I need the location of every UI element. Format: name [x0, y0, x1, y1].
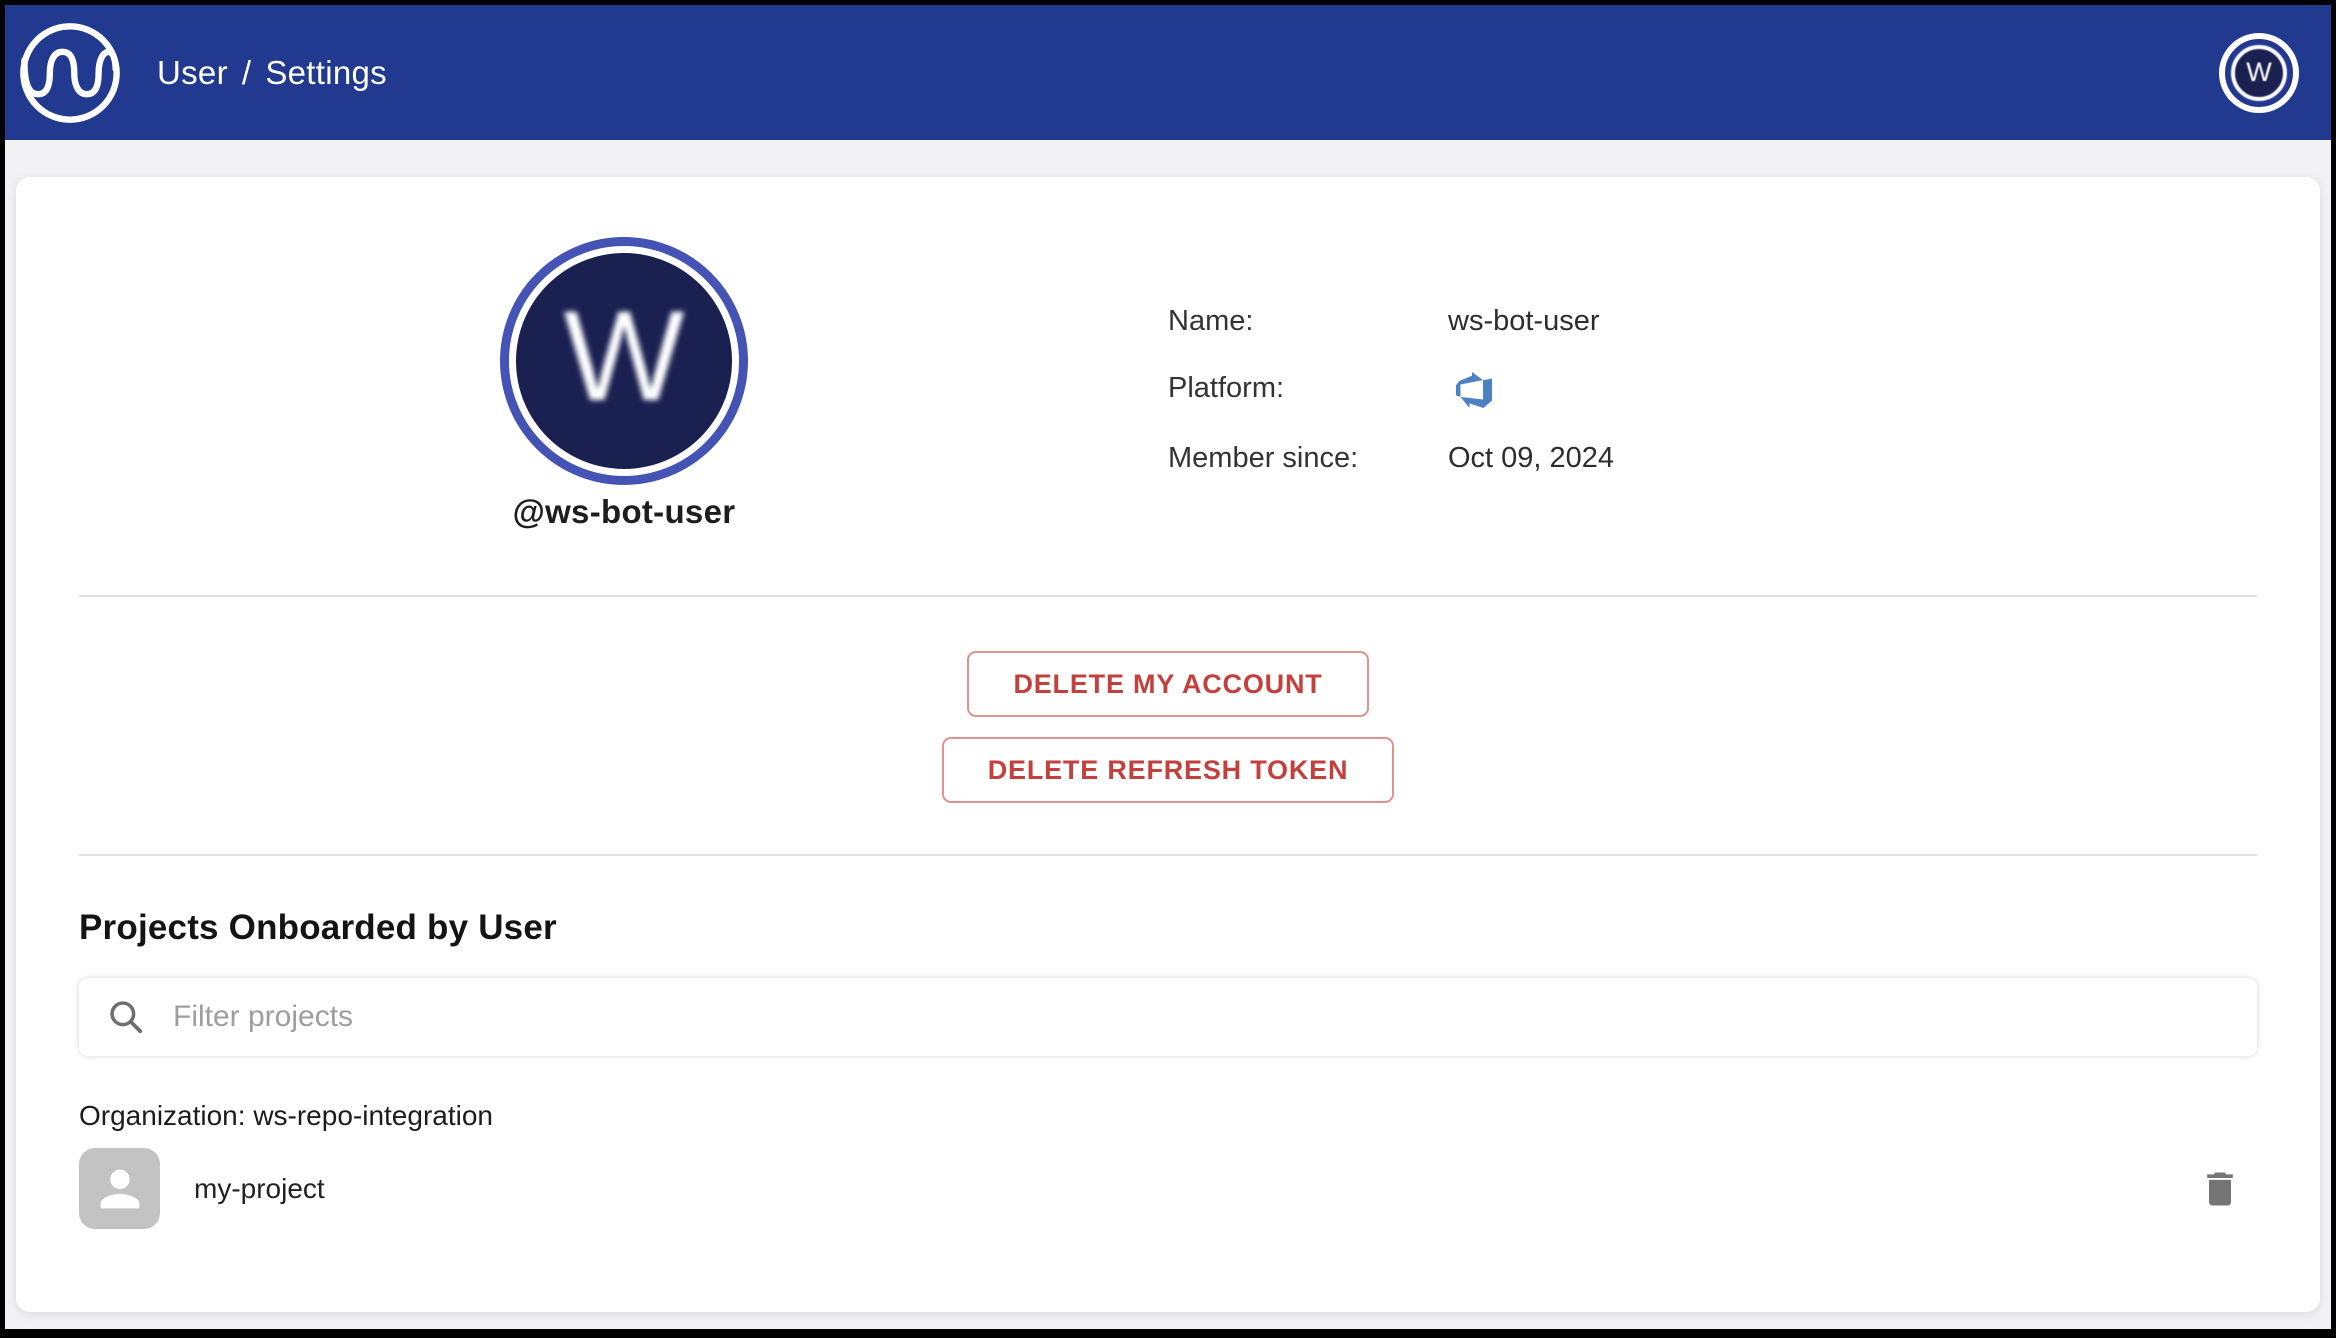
breadcrumb: User / Settings — [157, 54, 387, 92]
project-list-item[interactable]: my-project — [79, 1148, 2257, 1229]
name-value: ws-bot-user — [1448, 305, 1600, 337]
azure-devops-icon — [1448, 372, 1614, 408]
header-avatar-initial: W — [2231, 44, 2287, 101]
profile-avatar: W — [500, 237, 748, 485]
divider — [79, 854, 2257, 856]
project-name: my-project — [194, 1172, 325, 1204]
settings-card: W @ws-bot-user Name: ws-bot-user Platfor… — [16, 177, 2320, 1312]
delete-refresh-token-button[interactable]: DELETE REFRESH TOKEN — [941, 737, 1395, 803]
platform-label: Platform: — [1168, 372, 1285, 404]
filter-projects-input[interactable] — [173, 1000, 2229, 1034]
app-window: User / Settings W W @ws-bot-user Name: w… — [0, 0, 2336, 1338]
breadcrumb-user-link[interactable]: User — [157, 54, 228, 92]
projects-heading: Projects Onboarded by User — [79, 908, 557, 947]
page-background: W @ws-bot-user Name: ws-bot-user Platfor… — [5, 140, 2331, 1329]
delete-project-button[interactable] — [2198, 1167, 2242, 1211]
member-since-label: Member since: — [1168, 442, 1359, 474]
search-icon — [110, 1001, 143, 1034]
profile-avatar-disc: W — [516, 253, 732, 469]
person-icon — [100, 1169, 139, 1208]
account-actions: DELETE MY ACCOUNT DELETE REFRESH TOKEN — [16, 597, 2320, 854]
member-since-value: Oct 09, 2024 — [1448, 442, 1615, 474]
profile-avatar-initial: W — [563, 285, 685, 428]
breadcrumb-separator: / — [241, 53, 252, 91]
profile-section: W @ws-bot-user Name: ws-bot-user Platfor… — [16, 177, 2320, 595]
top-navigation-bar: User / Settings W — [5, 5, 2331, 140]
breadcrumb-settings-link[interactable]: Settings — [265, 54, 387, 92]
delete-account-button[interactable]: DELETE MY ACCOUNT — [967, 651, 1369, 717]
profile-details: Name: ws-bot-user Platform: Member since… — [1168, 305, 1614, 475]
organization-label: Organization: ws-repo-integration — [79, 1100, 493, 1131]
name-label: Name: — [1168, 305, 1254, 337]
project-filter-box — [79, 978, 2257, 1056]
projects-section: Projects Onboarded by User Organization:… — [16, 908, 2320, 1229]
user-handle: @ws-bot-user — [512, 493, 736, 530]
trash-icon — [2207, 1172, 2233, 1205]
project-avatar — [79, 1148, 160, 1229]
wave-logo-icon[interactable] — [17, 20, 123, 126]
header-user-avatar-button[interactable]: W — [2219, 32, 2299, 113]
